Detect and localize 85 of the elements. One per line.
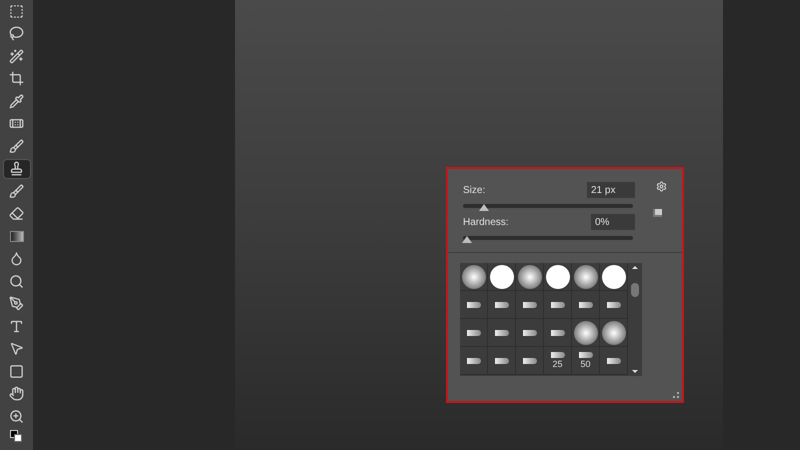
brush-preset[interactable] [516, 263, 544, 291]
brush-size-label: 25 [552, 359, 562, 369]
brush-preset[interactable] [488, 319, 516, 347]
brush-tip-icon [522, 302, 536, 308]
new-preset-icon[interactable] [653, 209, 662, 217]
brush-preset[interactable] [488, 347, 516, 375]
brush-tip-icon [494, 358, 508, 364]
slider-track[interactable] [463, 204, 633, 208]
crop-icon [9, 71, 24, 86]
drop-icon [9, 251, 24, 266]
bandage-icon [9, 116, 24, 131]
brush-tip-icon [522, 358, 536, 364]
hard-brush-icon [602, 264, 626, 288]
rectangle-icon [9, 364, 24, 378]
hardness-label: Hardness: [463, 216, 509, 230]
hardness-field[interactable]: 0% [591, 214, 635, 230]
brush-preset[interactable] [544, 319, 572, 347]
brush-preset[interactable] [544, 263, 572, 291]
brush-tip-icon [466, 302, 480, 308]
brush-preset[interactable] [544, 291, 572, 319]
magnifier-icon [9, 274, 24, 288]
brush-tip-icon [550, 330, 564, 336]
size-label: Size: [463, 184, 486, 198]
stamp-icon [9, 161, 24, 176]
brush-tip-icon [522, 330, 536, 336]
soft-brush-icon [462, 264, 486, 288]
brush-tip-icon [494, 330, 508, 336]
brush-preset[interactable]: 50 [572, 347, 600, 375]
brush-preset[interactable] [600, 263, 628, 291]
zoom-icon [9, 408, 24, 424]
brush-preset[interactable] [460, 319, 488, 347]
brush-tip-icon [578, 302, 592, 308]
scroll-thumb[interactable] [631, 282, 639, 296]
lasso-icon [9, 26, 24, 41]
eyedropper-icon [9, 94, 24, 108]
settings-icon[interactable] [656, 181, 667, 192]
brush-preset[interactable] [460, 291, 488, 319]
brush-tip-icon [466, 330, 480, 336]
tool-button[interactable] [2, 158, 30, 178]
scroll-up-icon[interactable] [632, 266, 638, 269]
type-icon [9, 318, 24, 334]
slider-thumb[interactable] [479, 204, 489, 211]
slider-thumb[interactable] [462, 236, 472, 243]
color-swatches-icon [10, 430, 24, 442]
brush-preset[interactable]: 25 [544, 347, 572, 375]
brush-tip-icon [550, 302, 564, 308]
brush-tip-icon [550, 352, 564, 358]
brush-preset[interactable] [572, 319, 600, 347]
brush-icon [9, 184, 24, 198]
soft-brush-icon [574, 320, 598, 344]
resize-grip-icon[interactable] [673, 392, 679, 398]
marquee-icon [9, 4, 24, 18]
hard-brush-icon [546, 264, 570, 288]
brush-preset[interactable] [600, 347, 628, 375]
brush-tip-icon [494, 302, 508, 308]
pointer-icon [9, 341, 24, 356]
hard-brush-icon [490, 264, 514, 288]
brush-preset[interactable] [600, 291, 628, 319]
gradient-icon [10, 230, 24, 242]
wand-icon [9, 48, 24, 64]
brush-preset[interactable] [516, 291, 544, 319]
size-field[interactable]: 21 px [587, 182, 635, 198]
brush-tip-icon [606, 358, 620, 364]
brush-preset[interactable] [460, 263, 488, 291]
brush-icon [9, 138, 24, 154]
brush-tip-icon [578, 352, 592, 358]
hand-icon [9, 386, 24, 401]
pen-icon [9, 296, 24, 311]
brush-preset[interactable] [572, 291, 600, 319]
soft-brush-icon [602, 320, 626, 344]
brush-preset[interactable] [460, 347, 488, 375]
brush-size-label: 50 [580, 359, 590, 369]
brush-tip-icon [606, 302, 620, 308]
brush-preset[interactable] [488, 291, 516, 319]
soft-brush-icon [574, 264, 598, 288]
brush-tip-icon [466, 358, 480, 364]
brush-preset[interactable] [572, 263, 600, 291]
brush-preset[interactable] [516, 347, 544, 375]
eraser-icon [9, 206, 24, 221]
brush-preset[interactable] [600, 319, 628, 347]
slider-track[interactable] [463, 236, 633, 240]
brush-preset[interactable] [516, 319, 544, 347]
scroll-down-icon[interactable] [632, 370, 638, 373]
soft-brush-icon [518, 264, 542, 288]
brush-preset[interactable] [488, 263, 516, 291]
